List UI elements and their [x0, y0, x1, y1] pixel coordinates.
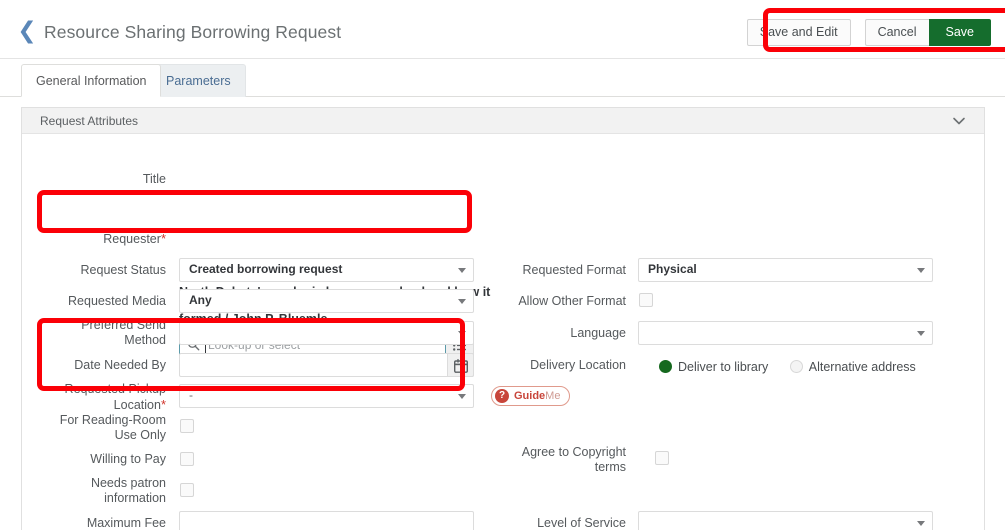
radio-deliver-to-library-label: Deliver to library: [678, 360, 769, 374]
tab-bar: General Information Parameters: [0, 59, 1005, 97]
header-actions: Save and Edit Cancel Save: [746, 19, 991, 46]
chevron-down-icon[interactable]: [950, 112, 968, 130]
question-mark-icon: ?: [495, 389, 509, 403]
label-needs-patron-information: Needs patron information: [90, 476, 166, 505]
panel-title: Request Attributes: [40, 114, 139, 128]
panel-header[interactable]: Request Attributes: [22, 108, 984, 134]
calendar-icon[interactable]: [447, 353, 474, 377]
guideme-text-bold: Guide: [514, 390, 546, 402]
language-select[interactable]: [638, 321, 933, 345]
chevron-down-icon: [917, 521, 925, 526]
delivery-location-radio-group: Deliver to library Alternative address: [659, 358, 933, 376]
chevron-down-icon: [458, 394, 466, 399]
chevron-down-icon: [458, 268, 466, 273]
resource-sharing-borrowing-request-page: ❮ Resource Sharing Borrowing Request Sav…: [0, 0, 1005, 530]
radio-unselected-icon: [789, 360, 803, 373]
willing-to-pay-checkbox[interactable]: [180, 452, 194, 466]
tab-parameters[interactable]: Parameters: [151, 64, 246, 97]
page-title: Resource Sharing Borrowing Request: [44, 22, 342, 42]
label-requested-format: Requested Format: [522, 263, 626, 277]
chevron-down-icon: [458, 299, 466, 304]
label-maximum-fee: Maximum Fee: [86, 516, 166, 530]
requested-format-value: Physical: [648, 262, 697, 276]
label-level-of-service: Level of Service: [537, 516, 626, 530]
save-and-edit-button[interactable]: Save and Edit: [746, 19, 851, 46]
label-requester-text: Requester: [103, 232, 161, 246]
guideme-button[interactable]: ? Guide Me: [491, 386, 571, 406]
radio-selected-icon: [659, 360, 672, 373]
chevron-down-icon: [917, 268, 925, 273]
required-marker-pickup-location: *: [160, 397, 166, 412]
label-requester: Requester*: [58, 231, 166, 247]
requested-media-select[interactable]: Any: [179, 289, 474, 313]
requested-pickup-location-select[interactable]: -: [179, 384, 474, 408]
date-needed-by-input[interactable]: [179, 353, 474, 377]
reading-room-use-only-checkbox[interactable]: [180, 419, 194, 433]
request-attributes-panel: Request Attributes Title North Dakota's …: [21, 107, 985, 530]
chevron-left-icon[interactable]: ❮: [17, 20, 37, 43]
save-button[interactable]: Save: [928, 19, 991, 46]
chevron-down-icon: [458, 331, 466, 336]
radio-deliver-to-library[interactable]: Deliver to library: [659, 358, 768, 376]
label-willing-to-pay: Willing to Pay: [90, 452, 166, 466]
label-reading-room-use-only: For Reading-Room Use Only: [59, 413, 166, 442]
page-header: ❮ Resource Sharing Borrowing Request Sav…: [0, 0, 1005, 59]
radio-alternative-address[interactable]: Alternative address: [789, 358, 916, 376]
requested-media-value: Any: [189, 293, 212, 307]
label-language: Language: [570, 326, 626, 340]
cancel-button[interactable]: Cancel: [864, 19, 929, 46]
radio-alternative-address-label: Alternative address: [808, 360, 916, 374]
chevron-down-icon: [917, 331, 925, 336]
panel-body: Title North Dakota's geologic legacy : o…: [22, 134, 984, 530]
label-preferred-send-method: Preferred Send Method: [81, 318, 166, 347]
tab-general-information[interactable]: General Information: [21, 64, 162, 97]
requested-pickup-location-value: -: [189, 388, 193, 402]
guideme-text-light: Me: [545, 390, 561, 402]
preferred-send-method-select[interactable]: [179, 321, 474, 345]
agree-to-copyright-checkbox[interactable]: [655, 451, 669, 465]
label-requested-pickup-location-text: Requested Pickup Location: [64, 382, 166, 412]
label-requested-pickup-location: Requested Pickup Location*: [58, 382, 166, 413]
maximum-fee-input[interactable]: [179, 511, 474, 530]
label-request-status: Request Status: [80, 263, 166, 277]
label-requested-media: Requested Media: [68, 294, 166, 308]
allow-other-format-checkbox[interactable]: [639, 293, 653, 307]
needs-patron-information-checkbox[interactable]: [180, 483, 194, 497]
request-status-select[interactable]: Created borrowing request: [179, 258, 474, 282]
requested-format-select[interactable]: Physical: [638, 258, 933, 282]
request-status-value: Created borrowing request: [189, 262, 343, 276]
required-marker-requester: *: [160, 231, 166, 246]
label-delivery-location: Delivery Location: [530, 358, 626, 372]
label-allow-other-format: Allow Other Format: [518, 294, 626, 308]
label-agree-to-copyright: Agree to Copyright terms: [521, 445, 626, 474]
label-date-needed-by: Date Needed By: [74, 358, 166, 372]
level-of-service-select[interactable]: [638, 511, 933, 530]
label-title: Title: [142, 172, 166, 186]
